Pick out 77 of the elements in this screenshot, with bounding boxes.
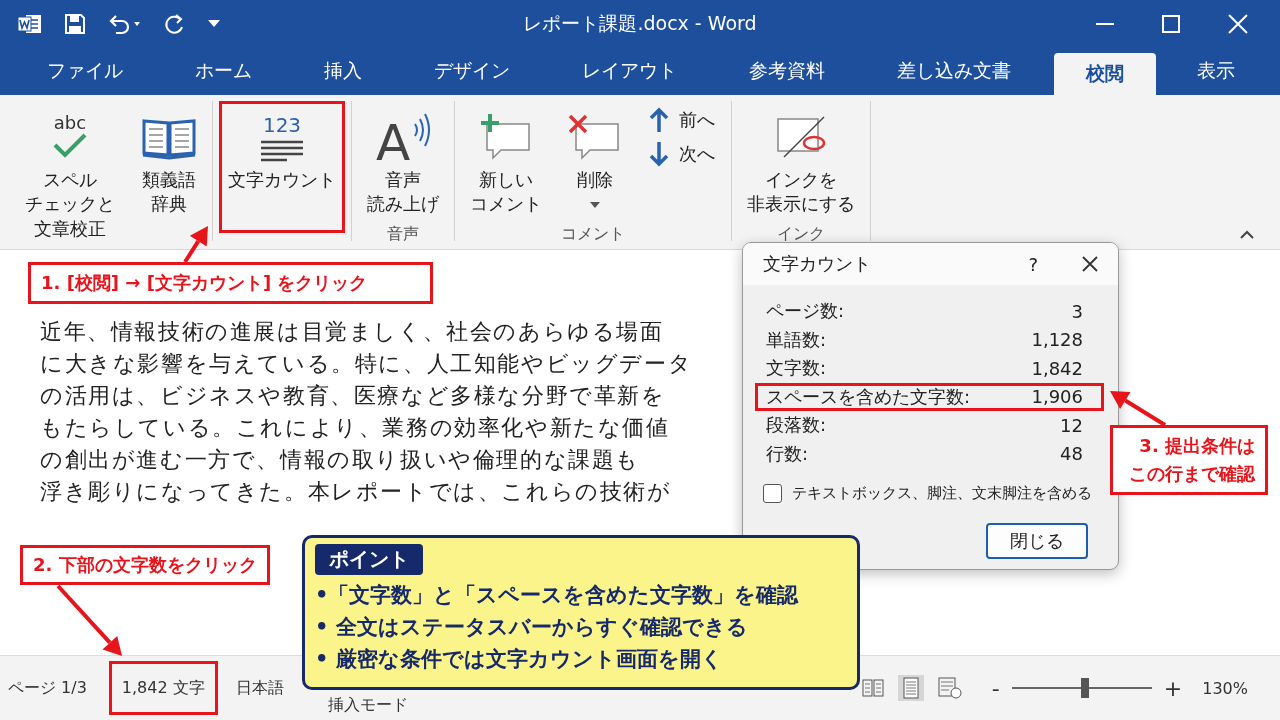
ribbon-group-label: コメント [560,223,626,245]
redo-icon[interactable] [164,12,186,35]
dropdown-caret-icon[interactable] [208,19,220,28]
zoom-percentage[interactable]: 130% [1202,678,1248,698]
document-text-line: 近年、情報技術の進展は目覚ましく、社会のあらゆる場面 [40,318,664,346]
input-mode-label: 挿入モード [328,695,408,716]
callout-bullet: •「文字数」と「スペースを含めた文字数」を確認 [315,582,800,609]
stat-label: ページ数: [766,299,845,324]
checkbox-label: テキストボックス、脚注、文末脚注を含める [792,484,1092,503]
word-logo-icon[interactable] [18,12,42,35]
comment-nav-button[interactable]: 前へ [649,107,715,133]
zoom-slider-thumb[interactable] [1080,678,1089,698]
word-count-button[interactable]: 1,842 文字 [108,661,218,715]
document-text-line: の活用は、ビジネスや教育、医療など多様な分野で革新を [40,382,666,410]
callout-bullet: • 全文はステータスバーからすぐ確認できる [315,614,749,641]
language-label[interactable]: 日本語 [235,677,284,699]
ribbon-command-button[interactable]: 類義語 辞典 [132,101,206,248]
document-text-line: の創出が進む一方で、情報の取り扱いや倫理的な課題も [40,446,640,474]
comment-nav-button[interactable]: 次へ [649,141,715,167]
save-icon[interactable] [64,12,86,35]
ribbon-command-button[interactable]: 削除 [559,101,631,224]
window-title: レポート課題.docx - Word [523,10,757,36]
document-text-line: に大きな影響を与えている。特に、人工知能やビッグデータ [40,350,693,378]
zoom-in-button[interactable]: + [1157,675,1189,701]
ribbon-tab[interactable]: 表示 [1168,47,1264,95]
document-text-line: 浮き彫りになってきた。本レポートでは、これらの技術が [40,478,672,506]
collapse-ribbon-icon[interactable] [1240,230,1254,239]
callout-bullet: • 厳密な条件では文字カウント画面を開く [315,646,724,673]
ribbon-tab[interactable]: ホーム [166,47,281,95]
ribbon-tab[interactable]: レイアウト [553,47,706,95]
annotation-text: この行まで確認 [1129,462,1255,486]
delete-comment-icon [568,114,622,162]
ribbon-command-button[interactable]: 新しい コメント [461,101,551,224]
down-arrow-icon [649,141,669,167]
stat-value: 1,906 [1031,386,1083,408]
new-comment-icon [479,114,533,162]
callout-title: ポイント [315,544,423,575]
document-text-line: もたらしている。これにより、業務の効率化や新たな価値 [40,414,670,442]
ribbon-tab[interactable]: ファイル [18,47,152,95]
up-arrow-icon [649,107,669,133]
ribbon-group-label: 音声 [386,223,420,245]
stat-label: スペースを含めた文字数: [766,384,971,409]
annotation-text: 1. [校閲] → [文字カウント] をクリック [41,271,368,295]
ribbon-command-button[interactable]: 123 文字カウント [219,101,345,233]
ribbon-group-label: インク [776,223,826,245]
ribbon-tab[interactable]: デザイン [405,47,539,95]
maximize-icon[interactable] [1162,14,1180,33]
zoom-out-button[interactable]: - [985,675,1006,701]
ribbon-command-button[interactable]: インクを 非表示にする [738,101,864,224]
dropdown-caret-icon [590,202,600,209]
stat-value: 3 [1071,300,1083,322]
web-layout-icon[interactable] [937,677,962,699]
ribbon-command-button[interactable]: abc スペル チェックと 文章校正 [16,101,124,248]
stat-value: 1,842 [1031,357,1083,379]
ribbon-tab[interactable]: 挿入 [295,47,391,95]
annotation-text: 3. 提出条件は [1139,434,1255,458]
dialog-title: 文字カウント [763,252,871,276]
ribbon-tab[interactable]: 差し込み文書 [868,47,1040,95]
checkbox[interactable] [763,484,782,503]
minimize-icon[interactable] [1096,21,1114,26]
stat-label: 行数: [766,441,809,466]
print-layout-icon[interactable] [897,675,924,701]
ribbon-command-button[interactable]: A 音声 読み上げ [358,101,448,224]
help-button[interactable]: ? [1028,253,1038,275]
page-count: ページ 1/3 [8,677,87,699]
close-button[interactable]: 閉じる [986,523,1088,559]
stat-value: 48 [1060,443,1083,465]
stat-value: 12 [1060,414,1083,436]
ribbon-tab[interactable]: 参考資料 [720,47,854,95]
annotation-text: 2. 下部の文字数をクリック [33,553,257,577]
stat-label: 単語数: [766,327,827,352]
undo-icon[interactable] [108,12,142,35]
ribbon-tab[interactable]: 校閲 [1054,53,1156,95]
stat-label: 段落数: [766,413,827,438]
stat-value: 1,128 [1031,329,1083,351]
close-icon[interactable] [1082,256,1098,272]
stat-label: 文字数: [766,356,827,381]
